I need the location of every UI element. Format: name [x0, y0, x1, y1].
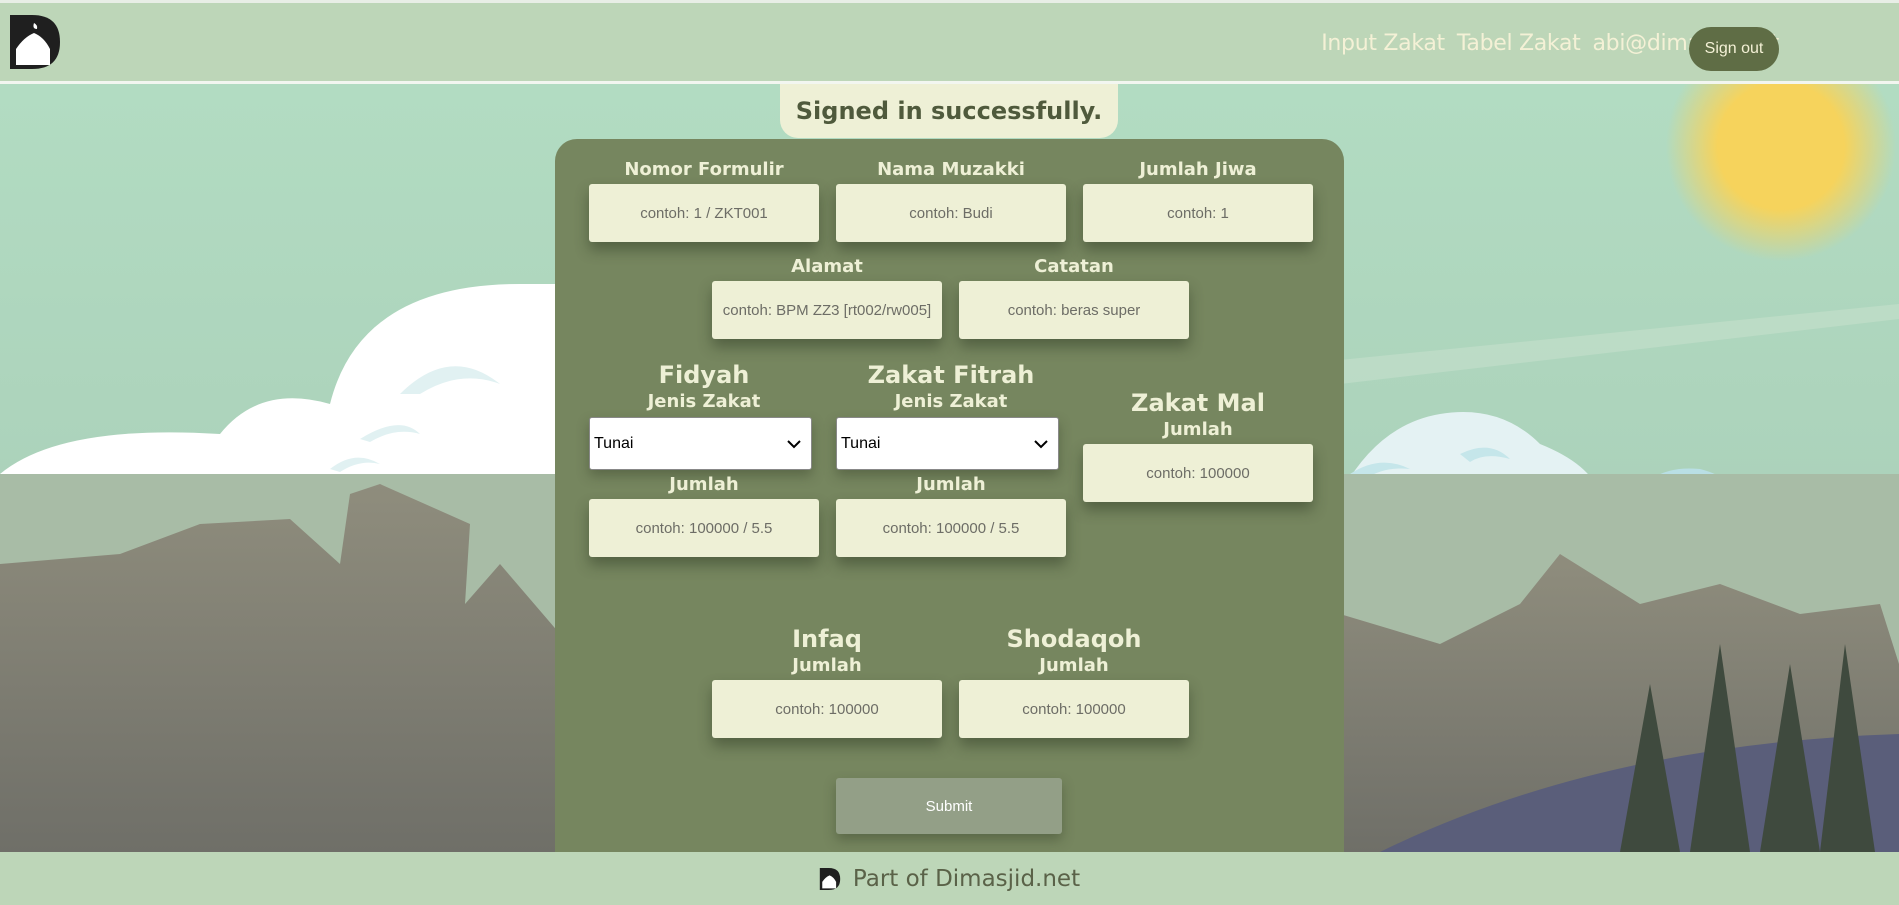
alamat-input[interactable]: [712, 281, 942, 339]
top-navbar: Input Zakat Tabel Zakat abi@dimasjid.net…: [0, 0, 1899, 84]
flash-message: Signed in successfully.: [780, 84, 1118, 138]
catatan-label: Catatan: [1034, 256, 1114, 277]
catatan-input[interactable]: [959, 281, 1189, 339]
dimasjid-logo-icon[interactable]: [10, 15, 60, 69]
zakat-form: Nomor Formulir Nama Muzakki Jumlah Jiwa …: [555, 139, 1344, 852]
sign-out-button[interactable]: Sign out: [1689, 27, 1779, 71]
fidyah-title: Fidyah: [658, 361, 750, 389]
fitrah-jumlah-label: Jumlah: [916, 474, 986, 495]
chevron-down-icon: [787, 439, 801, 448]
fidyah-jumlah-label: Jumlah: [669, 474, 739, 495]
fitrah-jumlah-input[interactable]: [836, 499, 1066, 557]
mal-jumlah-label: Jumlah: [1163, 419, 1233, 440]
nomor-formulir-label: Nomor Formulir: [624, 159, 784, 180]
nav-input-zakat[interactable]: Input Zakat: [1321, 31, 1445, 56]
mal-jumlah-input[interactable]: [1083, 444, 1313, 502]
footer-text[interactable]: Part of Dimasjid.net: [853, 866, 1080, 892]
nomor-formulir-input[interactable]: [589, 184, 819, 242]
infaq-jumlah-input[interactable]: [712, 680, 942, 738]
fitrah-title: Zakat Fitrah: [867, 361, 1035, 389]
shodaqoh-title: Shodaqoh: [1006, 625, 1142, 653]
nama-muzakki-label: Nama Muzakki: [877, 159, 1025, 180]
infaq-title: Infaq: [792, 625, 862, 653]
fidyah-jumlah-input[interactable]: [589, 499, 819, 557]
nav-tabel-zakat[interactable]: Tabel Zakat: [1457, 31, 1581, 56]
shodaqoh-jumlah-label: Jumlah: [1039, 655, 1109, 676]
jumlah-jiwa-label: Jumlah Jiwa: [1139, 159, 1257, 180]
shodaqoh-jumlah-input[interactable]: [959, 680, 1189, 738]
fitrah-jenis-label: Jenis Zakat: [894, 391, 1008, 412]
mal-title: Zakat Mal: [1131, 389, 1265, 417]
fitrah-jenis-value: Tunai: [841, 434, 881, 452]
fidyah-jenis-label: Jenis Zakat: [647, 391, 761, 412]
chevron-down-icon: [1034, 439, 1048, 448]
alamat-label: Alamat: [791, 256, 863, 277]
dimasjid-footer-logo-icon: [819, 867, 841, 890]
submit-button[interactable]: Submit: [836, 778, 1062, 834]
jumlah-jiwa-input[interactable]: [1083, 184, 1313, 242]
fidyah-jenis-select[interactable]: Tunai: [589, 417, 812, 470]
fitrah-jenis-select[interactable]: Tunai: [836, 417, 1059, 470]
nama-muzakki-input[interactable]: [836, 184, 1066, 242]
fidyah-jenis-value: Tunai: [594, 434, 634, 452]
infaq-jumlah-label: Jumlah: [792, 655, 862, 676]
footer: Part of Dimasjid.net: [0, 852, 1899, 905]
